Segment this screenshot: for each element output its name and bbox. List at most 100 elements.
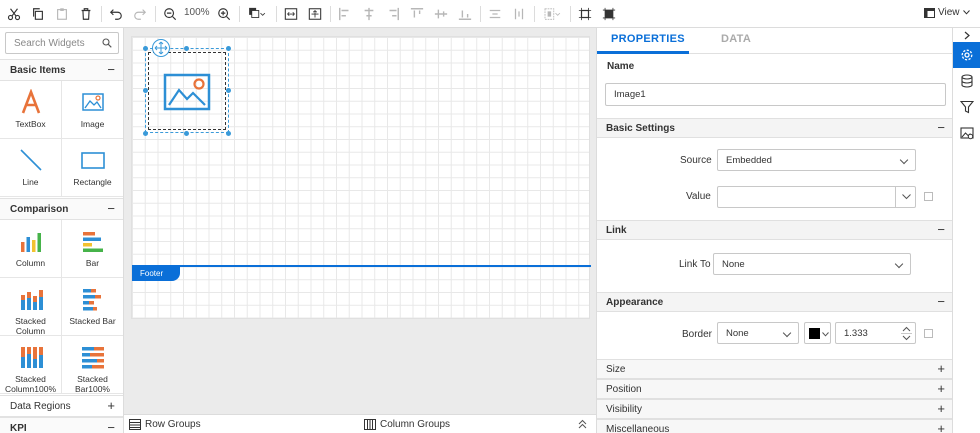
border-expression-checkbox[interactable] [924,329,933,338]
properties-gear-icon[interactable] [953,42,980,68]
cut-icon[interactable] [4,4,24,24]
zoom-in-icon[interactable] [214,4,234,24]
align-left-icon[interactable] [335,4,355,24]
design-area[interactable]: Footer [124,28,596,414]
section-position[interactable]: Position + [597,379,953,399]
tab-properties[interactable]: PROPERTIES [611,33,685,45]
collapse-icon[interactable]: − [107,62,115,77]
image-manager-icon[interactable] [953,120,980,146]
expand-icon[interactable]: + [937,361,945,376]
value-input[interactable] [717,186,916,208]
stacked-bar100-icon [82,347,104,369]
align-middle-icon[interactable] [431,4,451,24]
expand-icon[interactable]: + [937,421,945,433]
move-handle-icon[interactable] [152,39,170,57]
link-to-dropdown[interactable]: None [713,253,911,275]
footer-tag[interactable]: Footer [132,267,180,281]
size-icon[interactable] [539,4,565,24]
copy-icon[interactable] [28,4,48,24]
collapse-icon[interactable]: − [107,201,115,216]
widget-rectangle[interactable]: Rectangle [62,139,123,197]
section-appearance[interactable]: Appearance − [597,292,953,312]
collapse-icon[interactable]: − [107,420,115,433]
widget-textbox[interactable]: TextBox [0,81,62,139]
footer-separator[interactable] [132,265,591,267]
name-label: Name [607,61,635,72]
resize-handle[interactable] [143,131,148,136]
view-button[interactable]: View [924,7,970,18]
spinner-icon[interactable] [901,325,912,342]
zoom-out-icon[interactable] [160,4,180,24]
resize-handle[interactable] [143,46,148,51]
collapse-icon[interactable]: − [937,294,945,309]
redo-icon[interactable] [130,4,150,24]
paste-icon[interactable] [52,4,72,24]
column-groups-button[interactable]: Column Groups [364,419,450,430]
resize-handle[interactable] [226,88,231,93]
value-expression-checkbox[interactable] [924,192,933,201]
align-right-icon[interactable] [383,4,403,24]
image-item[interactable] [148,52,226,130]
widget-image[interactable]: Image [62,81,123,139]
align-top-icon[interactable] [407,4,427,24]
expand-icon[interactable]: + [107,398,115,413]
widget-stacked-column100[interactable]: Stacked Column100% [0,336,62,394]
name-input[interactable]: Image1 [605,83,946,106]
column-groups-icon [364,419,376,430]
section-basic-settings[interactable]: Basic Settings − [597,118,953,138]
category-kpi[interactable]: KPI − [0,417,123,433]
border-color-picker[interactable] [804,322,831,344]
section-link[interactable]: Link − [597,220,953,240]
resize-handle[interactable] [226,46,231,51]
data-source-icon[interactable] [953,68,980,94]
category-data-regions[interactable]: Data Regions + [0,395,123,417]
delete-icon[interactable] [76,4,96,24]
resize-handle[interactable] [184,46,189,51]
resize-handle[interactable] [184,131,189,136]
widget-column[interactable]: Column [0,220,62,278]
category-basic-items[interactable]: Basic Items − [0,59,123,81]
row-groups-button[interactable]: Row Groups [129,419,201,430]
snap-lines-icon[interactable] [599,4,619,24]
column-chart-icon [21,233,41,252]
widget-stacked-column[interactable]: Stacked Column [0,278,62,336]
undo-icon[interactable] [106,4,126,24]
widget-bar[interactable]: Bar [62,220,123,278]
expand-icon[interactable]: + [937,401,945,416]
rectangle-icon [81,152,105,169]
widget-stacked-bar[interactable]: Stacked Bar [62,278,123,336]
border-style-dropdown[interactable]: None [717,322,799,344]
fit-page-icon[interactable] [305,4,325,24]
section-visibility[interactable]: Visibility + [597,399,953,419]
bar-chart-icon [83,232,103,252]
filter-icon[interactable] [953,94,980,120]
value-dropdown-button[interactable] [895,186,916,208]
section-miscellaneous[interactable]: Miscellaneous + [597,419,953,433]
align-bottom-icon[interactable] [455,4,475,24]
snap-grid-icon[interactable] [575,4,595,24]
expand-up-icon[interactable] [578,419,587,429]
tab-data[interactable]: DATA [721,33,751,45]
section-title: Appearance [606,297,664,308]
fit-width-icon[interactable] [281,4,301,24]
distribute-horizontal-icon[interactable] [485,4,505,24]
search-widgets-input[interactable]: Search Widgets [5,32,119,54]
border-width-input[interactable]: 1.333 [835,322,916,344]
collapse-panel-icon[interactable] [953,28,980,42]
report-page[interactable]: Footer [131,36,591,319]
source-dropdown[interactable]: Embedded [717,149,916,171]
collapse-icon[interactable]: − [937,222,945,237]
resize-handle[interactable] [226,131,231,136]
section-size[interactable]: Size + [597,359,953,379]
align-center-icon[interactable] [359,4,379,24]
widget-stacked-bar100[interactable]: Stacked Bar100% [62,336,123,394]
bring-forward-icon[interactable] [244,4,270,24]
active-tab-indicator [597,51,689,54]
category-comparison[interactable]: Comparison − [0,198,123,220]
distribute-vertical-icon[interactable] [509,4,529,24]
collapse-icon[interactable]: − [937,120,945,135]
expand-icon[interactable]: + [937,381,945,396]
widget-line[interactable]: Line [0,139,62,197]
resize-handle[interactable] [143,88,148,93]
widget-label: Bar [85,258,100,268]
